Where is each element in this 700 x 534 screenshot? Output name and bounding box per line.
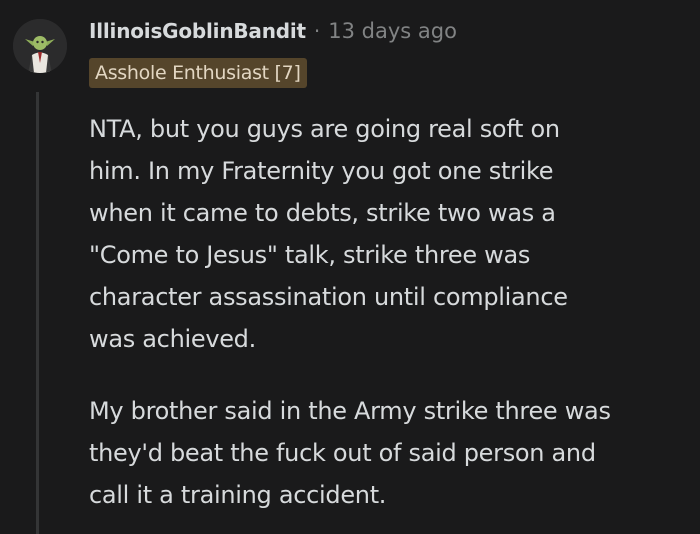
- user-flair: Asshole Enthusiast [7]: [89, 58, 307, 88]
- text-line: was achieved.: [89, 325, 256, 353]
- text-line: "Come to Jesus" talk, strike three was: [89, 241, 531, 269]
- comment-paragraph: My brother said in the Army strike three…: [89, 390, 689, 516]
- text-line: call it a training accident.: [89, 481, 387, 509]
- text-line: character assassination until compliance: [89, 283, 568, 311]
- text-line: when it came to debts, strike two was a: [89, 199, 556, 227]
- author-username[interactable]: IllinoisGoblinBandit: [89, 19, 306, 43]
- text-line: they'd beat the fuck out of said person …: [89, 439, 596, 467]
- avatar-icon: [13, 19, 67, 73]
- text-line: My brother said in the Army strike three…: [89, 397, 611, 425]
- meta-separator: ·: [313, 19, 321, 43]
- comment-header: IllinoisGoblinBandit · 13 days ago: [89, 15, 457, 47]
- text-line: NTA, but you guys are going real soft on: [89, 115, 560, 143]
- user-avatar[interactable]: [13, 19, 67, 73]
- text-line: him. In my Fraternity you got one strike: [89, 157, 554, 185]
- thread-line[interactable]: [36, 92, 39, 534]
- comment-paragraph: NTA, but you guys are going real soft on…: [89, 108, 689, 360]
- comment-timestamp[interactable]: 13 days ago: [328, 19, 457, 43]
